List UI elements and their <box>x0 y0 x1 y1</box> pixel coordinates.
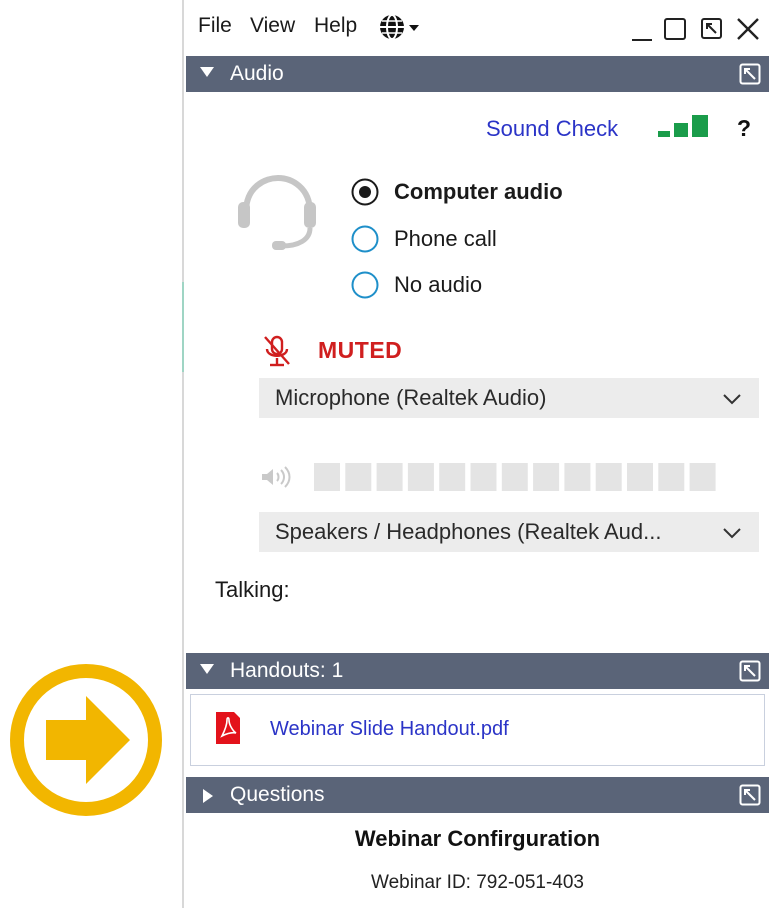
restore-icon[interactable] <box>697 14 727 44</box>
collapse-triangle-icon <box>200 664 214 674</box>
level-segment <box>407 463 434 491</box>
level-segment <box>658 463 685 491</box>
radio-no-audio[interactable] <box>350 270 380 300</box>
signal-strength-icon <box>658 115 708 137</box>
globe-icon[interactable] <box>378 12 424 42</box>
sound-check-link[interactable]: Sound Check <box>486 116 618 142</box>
speaker-level-meter <box>314 463 716 491</box>
level-segment <box>501 463 528 491</box>
webinar-id: Webinar ID: 792-051-403 <box>371 872 584 893</box>
handouts-section-header[interactable]: Handouts: 1 <box>186 653 769 689</box>
radio-label-no-audio[interactable]: No audio <box>394 272 482 298</box>
collapse-triangle-icon <box>200 67 214 77</box>
chevron-down-icon <box>409 25 419 31</box>
headset-icon <box>238 174 316 250</box>
help-icon[interactable]: ? <box>737 115 751 142</box>
chevron-down-icon <box>723 394 741 405</box>
menu-help[interactable]: Help <box>314 14 357 38</box>
arrow-callout-icon <box>10 664 162 816</box>
questions-header-label: Questions <box>230 783 325 806</box>
microphone-select[interactable]: Microphone (Realtek Audio) <box>259 378 759 418</box>
menu-file[interactable]: File <box>198 14 232 38</box>
speaker-icon <box>262 466 291 488</box>
menu-view[interactable]: View <box>250 14 295 38</box>
level-segment <box>533 463 560 491</box>
minimize-icon[interactable] <box>628 14 658 44</box>
talking-label: Talking: <box>215 577 290 602</box>
radio-label-computer-audio[interactable]: Computer audio <box>394 179 563 205</box>
close-icon[interactable] <box>733 14 763 44</box>
radio-label-phone-call[interactable]: Phone call <box>394 226 497 252</box>
audio-header-label: Audio <box>230 62 284 85</box>
level-segment <box>376 463 403 491</box>
popout-icon[interactable] <box>739 784 761 806</box>
webinar-config-title: Webinar Confirguration <box>354 826 601 851</box>
speakers-select-value: Speakers / Headphones (Realtek Aud... <box>275 519 662 544</box>
level-segment <box>470 463 497 491</box>
mute-status: MUTED <box>318 337 403 363</box>
level-segment <box>595 463 622 491</box>
level-segment <box>689 463 716 491</box>
pdf-file-icon <box>216 712 240 744</box>
popout-icon[interactable] <box>739 660 761 682</box>
speakers-select[interactable]: Speakers / Headphones (Realtek Aud... <box>259 512 759 552</box>
chevron-down-icon <box>723 528 741 539</box>
audio-section-header[interactable]: Audio <box>186 56 769 92</box>
questions-section-header[interactable]: Questions <box>186 777 769 813</box>
panel-edge-accent <box>182 282 184 372</box>
handouts-header-label: Handouts: 1 <box>230 659 344 682</box>
panel-left-border <box>182 0 184 908</box>
radio-computer-audio[interactable] <box>350 177 380 207</box>
microphone-muted-icon[interactable] <box>262 334 292 368</box>
handout-file-link[interactable]: Webinar Slide Handout.pdf <box>270 718 509 741</box>
expand-triangle-icon <box>203 789 213 803</box>
level-segment <box>314 463 340 491</box>
level-segment <box>564 463 591 491</box>
level-segment <box>627 463 653 491</box>
popout-icon[interactable] <box>739 63 761 85</box>
level-segment <box>345 463 372 491</box>
radio-phone-call[interactable] <box>350 224 380 254</box>
maximize-icon[interactable] <box>660 14 690 44</box>
level-segment <box>439 463 466 491</box>
microphone-select-value: Microphone (Realtek Audio) <box>275 385 547 410</box>
